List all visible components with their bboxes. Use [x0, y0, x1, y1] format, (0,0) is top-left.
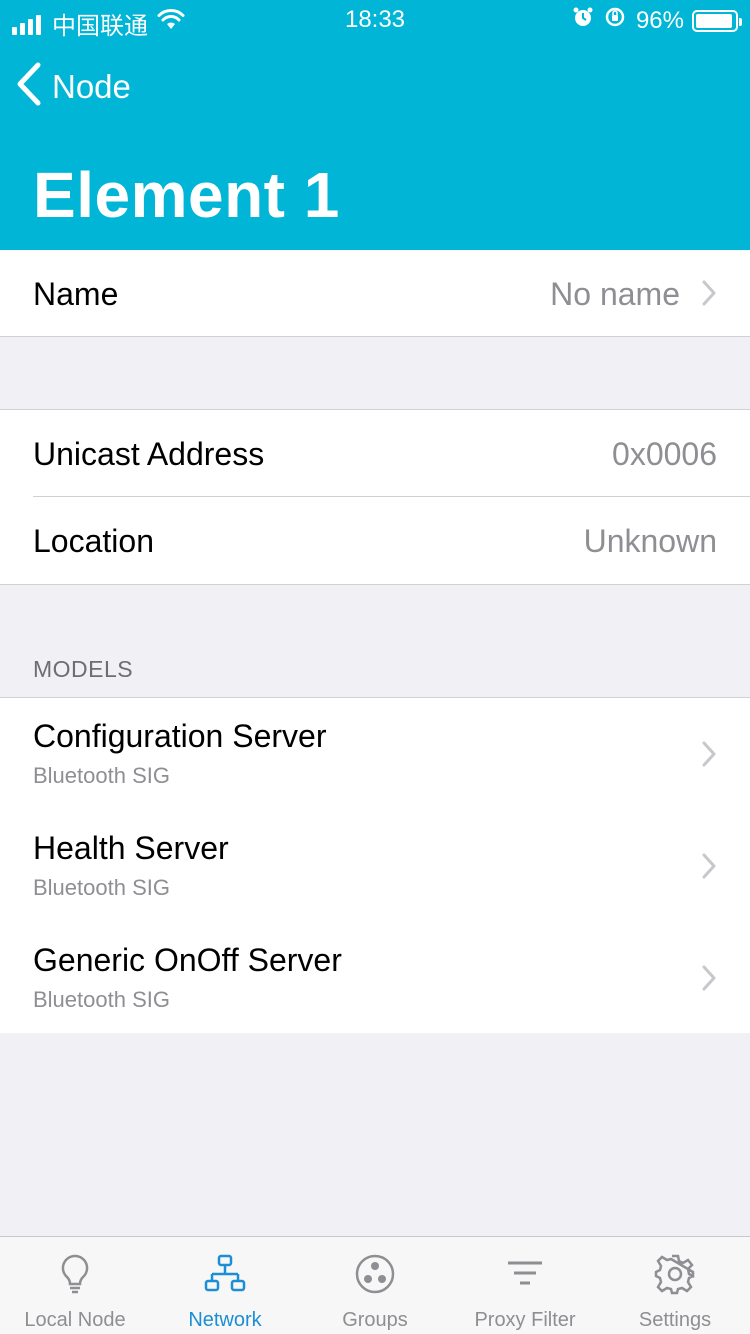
model-subtitle: Bluetooth SIG — [33, 987, 170, 1012]
alarm-icon — [572, 6, 594, 35]
network-icon — [150, 1253, 300, 1295]
rotation-lock-icon — [604, 6, 626, 35]
chevron-right-icon — [702, 280, 716, 311]
chevron-left-icon — [16, 62, 42, 111]
tab-label: Settings — [638, 1309, 712, 1331]
unicast-address-label: Unicast Address — [33, 436, 265, 472]
tab-label: Local Node — [24, 1309, 126, 1331]
gear-icon — [600, 1253, 750, 1295]
name-value: No name — [550, 276, 680, 312]
info-group: Unicast Address 0x0006 Location Unknown — [0, 409, 750, 585]
battery-percentage: 96% — [635, 6, 684, 34]
models-section-header: MODELS — [33, 656, 134, 682]
name-group: Name No name — [0, 250, 750, 337]
unicast-address-value: 0x0006 — [612, 436, 717, 472]
models-group: Configuration Server Bluetooth SIG Healt… — [0, 697, 750, 1033]
model-subtitle: Bluetooth SIG — [33, 763, 170, 788]
model-title: Configuration Server — [33, 718, 327, 754]
tab-proxy-filter[interactable]: Proxy Filter — [450, 1237, 600, 1334]
chevron-right-icon — [702, 741, 716, 772]
battery-icon — [692, 9, 742, 32]
page-title: Element 1 — [33, 159, 340, 231]
status-bar: 中国联通 18:33 96% — [0, 0, 750, 40]
name-row[interactable]: Name No name — [0, 250, 750, 336]
model-title: Health Server — [33, 830, 229, 866]
chevron-right-icon — [702, 965, 716, 996]
tab-groups[interactable]: Groups — [300, 1237, 450, 1334]
back-button[interactable]: Node — [16, 62, 131, 111]
location-label: Location — [33, 523, 154, 559]
model-title: Generic OnOff Server — [33, 942, 342, 978]
tab-local-node[interactable]: Local Node — [0, 1237, 150, 1334]
tab-label: Groups — [342, 1309, 408, 1331]
model-row-generic-onoff-server[interactable]: Generic OnOff Server Bluetooth SIG — [0, 921, 750, 1033]
filter-icon — [450, 1253, 600, 1295]
navigation-header: 中国联通 18:33 96% Node Element 1 — [0, 0, 750, 250]
tab-label: Proxy Filter — [474, 1309, 576, 1331]
lightbulb-icon — [0, 1253, 150, 1295]
model-row-health-server[interactable]: Health Server Bluetooth SIG — [0, 809, 750, 921]
chevron-right-icon — [702, 853, 716, 884]
location-value: Unknown — [583, 523, 717, 559]
groups-icon — [300, 1253, 450, 1295]
location-row: Location Unknown — [0, 497, 750, 584]
tab-label: Network — [188, 1309, 262, 1331]
tab-network[interactable]: Network — [150, 1237, 300, 1334]
name-label: Name — [33, 276, 119, 312]
tab-settings[interactable]: Settings — [600, 1237, 750, 1334]
tab-bar: Local Node Network Groups Proxy Filter S… — [0, 1236, 750, 1334]
model-subtitle: Bluetooth SIG — [33, 875, 170, 900]
back-label: Node — [52, 67, 131, 105]
model-row-configuration-server[interactable]: Configuration Server Bluetooth SIG — [0, 698, 750, 809]
unicast-address-row: Unicast Address 0x0006 — [0, 410, 750, 497]
